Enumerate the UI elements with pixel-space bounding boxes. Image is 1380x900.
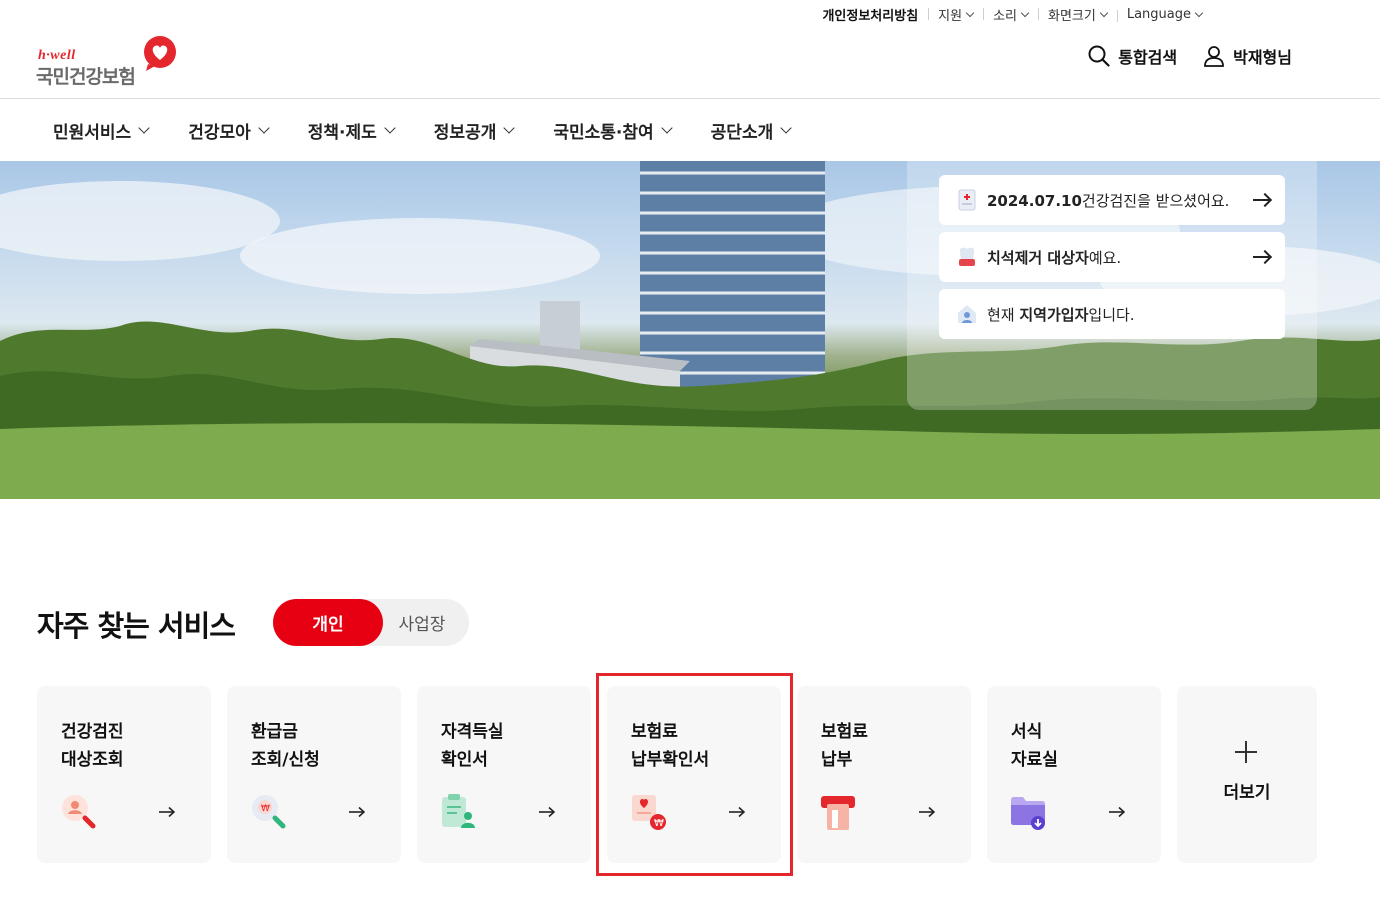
nav-policy[interactable]: 정책·제도: [308, 118, 396, 143]
chevron-down-icon: [780, 122, 792, 134]
arrow-right-icon: [1253, 251, 1271, 263]
arrow-right-icon: [1253, 194, 1271, 206]
toggle-personal[interactable]: 개인: [273, 599, 383, 646]
toggle-business[interactable]: 사업장: [383, 599, 469, 646]
chevron-down-icon: [503, 122, 516, 134]
support-menu[interactable]: 지원: [928, 5, 983, 24]
more-label: 더보기: [1223, 783, 1271, 803]
logo-name: 국민건강보험: [36, 66, 136, 88]
notice-membership[interactable]: 현재 지역가입자입니다.: [939, 289, 1285, 339]
card-label: 환급금 조회/신청: [251, 722, 320, 770]
notice-checkup[interactable]: 2024.07.10건강검진을 받으셨어요.: [939, 175, 1285, 225]
privacy-policy-link[interactable]: 개인정보처리방침: [812, 5, 928, 24]
svg-text:₩: ₩: [654, 818, 664, 829]
chevron-down-icon: [1020, 8, 1030, 17]
nav-health-moa[interactable]: 건강모아: [188, 118, 270, 143]
search-button[interactable]: 통합검색: [1088, 44, 1177, 68]
arrow-right-icon: [1109, 806, 1125, 818]
chevron-down-icon: [138, 122, 150, 134]
search-icon: [1088, 45, 1110, 67]
plus-icon: [1235, 741, 1257, 763]
services-title: 자주 찾는 서비스: [37, 609, 236, 643]
chevron-down-icon: [258, 122, 270, 134]
payment-terminal-icon: [821, 796, 855, 830]
arrow-right-icon: [539, 806, 555, 818]
service-card-eligibility[interactable]: 자격득실 확인서: [417, 686, 591, 863]
search-person-icon: [62, 795, 96, 829]
home-user-icon: [958, 305, 976, 323]
clipboard-person-icon: [442, 794, 475, 828]
folder-download-icon: [1011, 797, 1045, 830]
service-type-toggle: 개인 사업장: [273, 599, 469, 646]
utility-bar: 개인정보처리방침 지원 소리 화면크기 Language: [0, 0, 1380, 28]
nav-about[interactable]: 공단소개: [711, 118, 792, 143]
service-card-payment-certificate[interactable]: 보험료 납부확인서 ₩: [607, 686, 781, 863]
screen-size-menu[interactable]: 화면크기: [1038, 5, 1117, 24]
arrow-right-icon: [919, 806, 935, 818]
card-label: 보험료 납부확인서: [631, 722, 710, 770]
nav-disclosure[interactable]: 정보공개: [434, 118, 516, 143]
notice-scaling[interactable]: 치석제거 대상자예요.: [939, 232, 1285, 282]
card-label: 서식 자료실: [1011, 722, 1058, 770]
service-card-payment[interactable]: 보험료 납부: [797, 686, 971, 863]
main-nav: 민원서비스 건강모아 정책·제도 정보공개 국민소통·참여 공단소개: [0, 99, 1380, 161]
payment-certificate-icon: ₩: [632, 795, 666, 830]
nav-civil-service[interactable]: 민원서비스: [53, 118, 150, 143]
card-label: 보험료 납부: [821, 722, 868, 770]
service-card-refund[interactable]: 환급금 조회/신청 ₩: [227, 686, 401, 863]
checkup-document-icon: [958, 189, 976, 211]
chevron-down-icon: [965, 8, 975, 17]
more-services-button[interactable]: 더보기: [1177, 686, 1317, 863]
card-label: 자격득실 확인서: [441, 722, 504, 770]
chevron-down-icon: [384, 122, 396, 134]
card-label: 건강검진 대상조회: [61, 722, 124, 770]
heart-logo-icon: [144, 36, 176, 71]
arrow-right-icon: [349, 806, 365, 818]
site-header: h·well 국민건강보험 통합검색 박재형님: [0, 28, 1380, 98]
chevron-down-icon: [661, 122, 673, 134]
service-card-checkup-lookup[interactable]: 건강검진 대상조회: [37, 686, 211, 863]
tooth-icon: [959, 247, 975, 266]
user-button[interactable]: 박재형님: [1203, 44, 1292, 68]
svg-text:₩: ₩: [261, 804, 270, 814]
chevron-down-icon: [1099, 8, 1109, 17]
language-menu[interactable]: Language: [1116, 7, 1212, 22]
chevron-down-icon: [1194, 8, 1204, 17]
sound-menu[interactable]: 소리: [983, 5, 1038, 24]
user-icon: [1204, 46, 1225, 67]
site-logo[interactable]: h·well 국민건강보험: [36, 34, 186, 90]
arrow-right-icon: [159, 806, 175, 818]
search-refund-icon: ₩: [252, 795, 286, 829]
service-card-forms[interactable]: 서식 자료실: [987, 686, 1161, 863]
arrow-right-icon: [729, 806, 745, 818]
nav-participation[interactable]: 국민소통·참여: [553, 118, 673, 143]
